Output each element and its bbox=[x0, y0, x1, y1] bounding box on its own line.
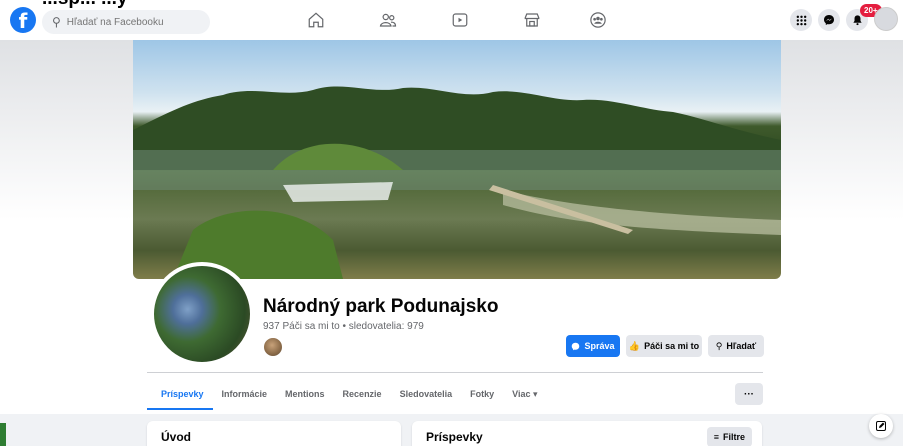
tab-followers[interactable]: Sledovatelia bbox=[391, 382, 462, 410]
page-search-button[interactable]: ⚲ Hľadať bbox=[708, 335, 764, 357]
header-divider bbox=[147, 372, 763, 373]
cover-photo[interactable] bbox=[133, 40, 781, 279]
search-icon: ⚲ bbox=[715, 340, 723, 351]
page-search-button-label: Hľadať bbox=[726, 341, 757, 351]
home-icon[interactable] bbox=[304, 8, 328, 32]
intro-card: Úvod bbox=[147, 421, 401, 446]
tab-about[interactable]: Informácie bbox=[213, 382, 277, 410]
posts-card-title: Príspevky bbox=[426, 430, 483, 444]
watch-icon[interactable] bbox=[448, 8, 472, 32]
edit-icon bbox=[876, 421, 886, 431]
search-input[interactable] bbox=[66, 16, 197, 28]
filters-button-label: Filtre bbox=[722, 432, 745, 442]
friends-icon[interactable] bbox=[376, 8, 400, 32]
page-title: Národný park Podunajsko bbox=[263, 296, 499, 317]
tab-reviews[interactable]: Recenzie bbox=[334, 382, 391, 410]
intro-card-title: Úvod bbox=[161, 430, 191, 444]
window-edge bbox=[0, 423, 6, 446]
search-icon: ⚲ bbox=[52, 15, 61, 29]
message-button-label: Správa bbox=[584, 341, 615, 351]
thumbs-up-icon: 👍 bbox=[628, 340, 641, 351]
tab-posts[interactable]: Príspevky bbox=[147, 382, 213, 410]
overlay-caption: ...sp... ...y bbox=[42, 0, 128, 10]
search-box[interactable]: ⚲ bbox=[42, 10, 210, 34]
messenger-icon bbox=[572, 342, 580, 350]
like-button-label: Páči sa mi to bbox=[644, 341, 700, 351]
tab-more[interactable]: Viac ▾ bbox=[503, 382, 546, 410]
account-avatar[interactable] bbox=[874, 7, 898, 31]
tab-mentions[interactable]: Mentions bbox=[276, 382, 334, 410]
filters-button[interactable]: ≡ Filtre bbox=[706, 427, 752, 446]
posts-card: Príspevky ≡ Filtre bbox=[412, 421, 762, 446]
follower-avatar[interactable] bbox=[263, 337, 283, 357]
message-button[interactable]: Správa bbox=[566, 335, 620, 357]
marketplace-icon[interactable] bbox=[520, 8, 544, 32]
top-navigation-bar: f ⚲ 20+ bbox=[0, 0, 903, 40]
tab-photos[interactable]: Fotky bbox=[461, 382, 503, 410]
page-tabs: Príspevky Informácie Mentions Recenzie S… bbox=[147, 382, 547, 410]
more-options-button[interactable]: ··· bbox=[735, 383, 763, 405]
compose-message-button[interactable] bbox=[869, 414, 893, 438]
profile-picture[interactable] bbox=[150, 262, 254, 366]
page-stats[interactable]: 937 Páči sa mi to • sledovatelia: 979 bbox=[263, 321, 424, 332]
facebook-logo-icon[interactable]: f bbox=[10, 7, 36, 33]
like-button[interactable]: 👍 Páči sa mi to bbox=[626, 335, 702, 357]
groups-icon[interactable] bbox=[586, 8, 610, 32]
messenger-icon[interactable] bbox=[818, 9, 840, 31]
filter-sliders-icon: ≡ bbox=[713, 432, 719, 442]
menu-grid-icon[interactable] bbox=[790, 9, 812, 31]
